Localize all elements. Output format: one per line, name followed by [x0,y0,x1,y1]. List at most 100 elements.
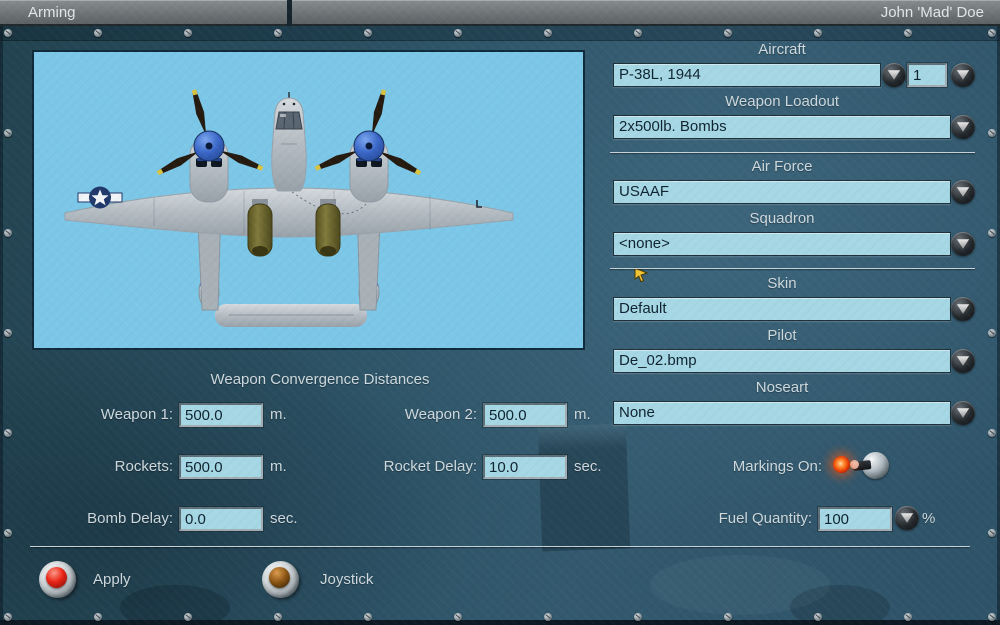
skin-label: Skin [613,276,951,292]
bomb-delay-label: Bomb Delay: [43,511,173,527]
screw-icon [184,613,192,621]
screw-icon [988,429,996,437]
tab-arming-label: Arming [28,4,76,21]
convergence-title: Weapon Convergence Distances [120,372,520,388]
bottom-divider [30,546,970,547]
aircraft-count-arrow[interactable] [951,63,975,87]
bomb-delay-input[interactable] [179,507,263,531]
aircraft-dropdown-arrow[interactable] [882,63,906,87]
fuel-arrow[interactable] [895,506,919,530]
arming-screen: Arming John 'Mad' Doe [0,0,1000,625]
bomb-delay-unit: sec. [270,511,298,527]
tab-arming[interactable]: Arming [0,0,287,26]
squadron-dropdown[interactable]: <none> [613,232,951,256]
chevron-down-icon [956,69,970,81]
weapon1-unit: m. [270,407,287,423]
screw-icon [4,529,12,537]
weapon2-label: Weapon 2: [347,407,477,423]
screw-icon [454,29,462,37]
fuel-input[interactable] [818,507,892,531]
screw-icon [988,29,996,37]
screw-icon [454,613,462,621]
background-shape [790,585,890,625]
skin-dropdown[interactable]: Default [613,297,951,321]
noseart-label: Noseart [613,380,951,396]
screw-icon [364,613,372,621]
noseart-value: None [619,404,655,421]
screw-icon [988,129,996,137]
screw-icon [184,29,192,37]
apply-button-icon [46,567,67,588]
chevron-down-icon [956,303,970,315]
airforce-value: USAAF [619,183,669,200]
weapon2-input[interactable] [483,403,567,427]
screw-icon [94,29,102,37]
airforce-dropdown-arrow[interactable] [951,180,975,204]
screw-icon [4,429,12,437]
rocket-delay-unit: sec. [574,459,602,475]
aircraft-dropdown[interactable]: P-38L, 1944 [613,63,881,87]
airforce-label: Air Force [613,159,951,175]
noseart-dropdown-arrow[interactable] [951,401,975,425]
loadout-dropdown[interactable]: 2x500lb. Bombs [613,115,951,139]
screw-icon [634,613,642,621]
frame-top [0,26,1000,41]
skin-dropdown-arrow[interactable] [951,297,975,321]
markings-toggle[interactable] [833,448,891,484]
joystick-button-icon [269,567,290,588]
pilot-dropdown-arrow[interactable] [951,349,975,373]
screw-icon [724,29,732,37]
section-divider [610,152,975,153]
screw-icon [4,129,12,137]
noseart-dropdown[interactable]: None [613,401,951,425]
aircraft-preview-viewport[interactable] [32,50,585,350]
markings-label: Markings On: [622,459,822,475]
chevron-down-icon [887,69,901,81]
screw-icon [988,229,996,237]
section-divider [610,268,975,269]
screw-icon [904,29,912,37]
pilot-value: De_02.bmp [619,352,697,369]
airforce-dropdown[interactable]: USAAF [613,180,951,204]
screw-icon [544,29,552,37]
screw-icon [724,613,732,621]
weapon2-unit: m. [574,407,591,423]
squadron-dropdown-arrow[interactable] [951,232,975,256]
rocket-delay-input[interactable] [483,455,567,479]
player-name-bar: John 'Mad' Doe [292,0,1000,26]
background-shape [120,585,230,625]
aircraft-render-p38 [34,52,583,348]
rockets-input[interactable] [179,455,263,479]
screw-icon [904,613,912,621]
screw-icon [4,29,12,37]
screw-icon [4,613,12,621]
chevron-down-icon [956,407,970,419]
background-shape [650,555,830,615]
screw-icon [364,29,372,37]
chevron-down-icon [956,186,970,198]
chevron-down-icon [956,238,970,250]
pilot-dropdown[interactable]: De_02.bmp [613,349,951,373]
toggle-knob-icon [850,460,859,469]
weapon1-input[interactable] [179,403,263,427]
screw-icon [274,613,282,621]
apply-button[interactable] [39,561,76,598]
aircraft-value: P-38L, 1944 [619,66,701,83]
chevron-down-icon [956,121,970,133]
screw-icon [274,29,282,37]
loadout-label: Weapon Loadout [613,94,951,110]
squadron-value: <none> [619,235,670,252]
toggle-light-icon [833,456,850,473]
screw-icon [814,613,822,621]
screw-icon [4,329,12,337]
loadout-dropdown-arrow[interactable] [951,115,975,139]
loadout-value: 2x500lb. Bombs [619,118,727,135]
aircraft-label: Aircraft [613,42,951,58]
screw-icon [634,29,642,37]
rocket-delay-label: Rocket Delay: [347,459,477,475]
aircraft-count-input[interactable] [907,63,947,87]
screw-icon [988,329,996,337]
joystick-button[interactable] [262,561,299,598]
screw-icon [814,29,822,37]
player-name: John 'Mad' Doe [881,4,984,21]
